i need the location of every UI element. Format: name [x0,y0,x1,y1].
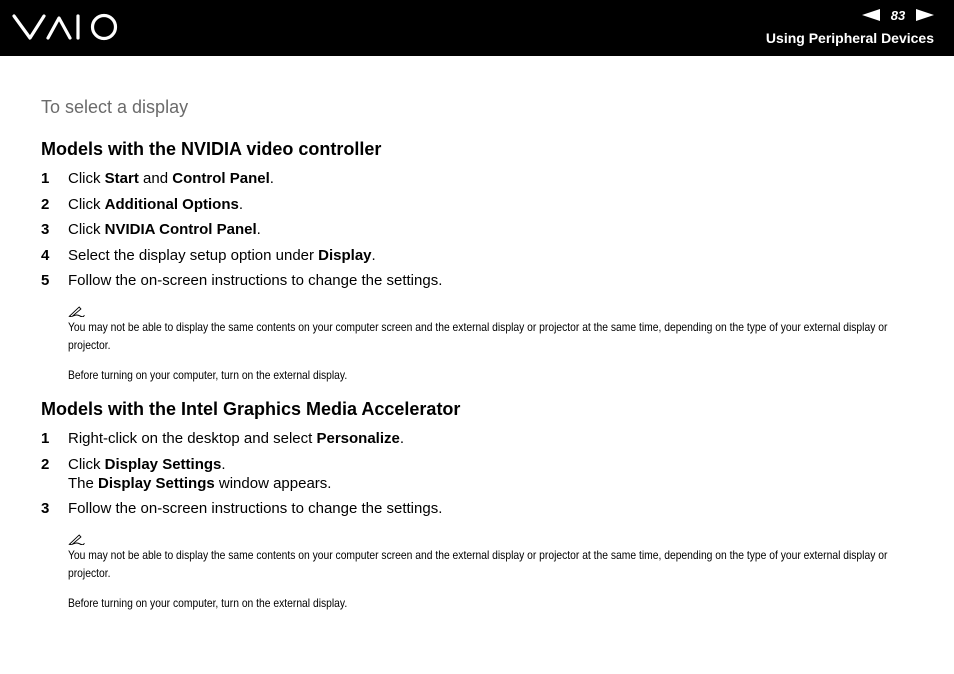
step-text: Select the display setup option under Di… [68,246,376,264]
step-number: 2 [41,455,50,473]
ui-term: Display [318,246,372,264]
step-number: 3 [41,500,50,517]
previous-page-arrow-icon[interactable] [862,9,880,21]
step-number: 1 [41,170,50,187]
intel-step-2: 2 Click Display Settings. The Display Sett… [41,455,921,493]
pencil-note-icon [68,534,85,545]
ui-term: Display Settings [104,455,222,473]
step-text: Click Start and Control Panel. [68,170,274,187]
ui-term: NVIDIA Control Panel [104,221,257,238]
nvidia-steps-list: 1 Click Start and Control Panel. 2 Click Ad… [41,169,921,290]
step-number: 1 [41,430,50,447]
ui-term: Personalize [316,430,400,447]
nvidia-step-4: 4 Select the display setup option under D… [41,246,921,265]
step-number: 2 [41,195,50,213]
vaio-logo [12,10,122,44]
step-text: Follow the on-screen instructions to cha… [68,272,443,289]
step-number: 4 [41,246,50,264]
nvidia-step-1: 1 Click Start and Control Panel. [41,169,921,188]
intel-heading: Models with the Intel Graphics Media Acc… [41,399,461,419]
step-text: Click NVIDIA Control Panel. [68,221,261,238]
step-text: Click Display Settings. The Display Setti… [68,455,332,492]
ui-term: Display Settings [98,474,215,492]
step-text: Right-click on the desktop and select Pe… [68,430,405,447]
step-text: Follow the on-screen instructions to cha… [68,500,443,517]
nvidia-heading: Models with the NVIDIA video controller [41,139,382,159]
nvidia-note-tip: Before turning on your computer, turn on… [68,368,348,382]
nvidia-note-text: You may not be able to display the same … [68,320,888,352]
ui-term: Start [104,170,139,187]
nvidia-step-2: 2 Click Additional Options. [41,195,921,214]
pencil-note-icon [68,306,85,317]
intel-note-text: You may not be able to display the same … [68,548,888,580]
section-title: Using Peripheral Devices [765,30,934,46]
nvidia-note: You may not be able to display the same … [68,305,911,384]
step-number: 3 [41,221,50,238]
page-number: 83 [890,7,906,23]
page-header: 83 Using Peripheral Devices [0,0,954,56]
page-navigation: 83 [862,6,934,24]
nvidia-step-5: 5 Follow the on-screen instructions to ch… [41,271,921,290]
intel-note-tip: Before turning on your computer, turn on… [68,596,348,610]
nvidia-step-3: 3 Click NVIDIA Control Panel. [41,220,921,239]
intel-step-1: 1 Right-click on the desktop and select P… [41,429,921,448]
ui-term: Additional Options [104,195,239,213]
step-text: Click Additional Options. [68,195,243,213]
procedure-title: To select a display [41,97,189,117]
step-number: 5 [41,272,50,289]
ui-term: Control Panel [172,170,270,187]
page-content: To select a display Models with the NVID… [41,95,921,612]
intel-steps-list: 1 Right-click on the desktop and select P… [41,429,921,518]
intel-note: You may not be able to display the same … [68,533,911,612]
next-page-arrow-icon[interactable] [916,9,934,21]
intel-step-3: 3 Follow the on-screen instructions to ch… [41,499,921,518]
